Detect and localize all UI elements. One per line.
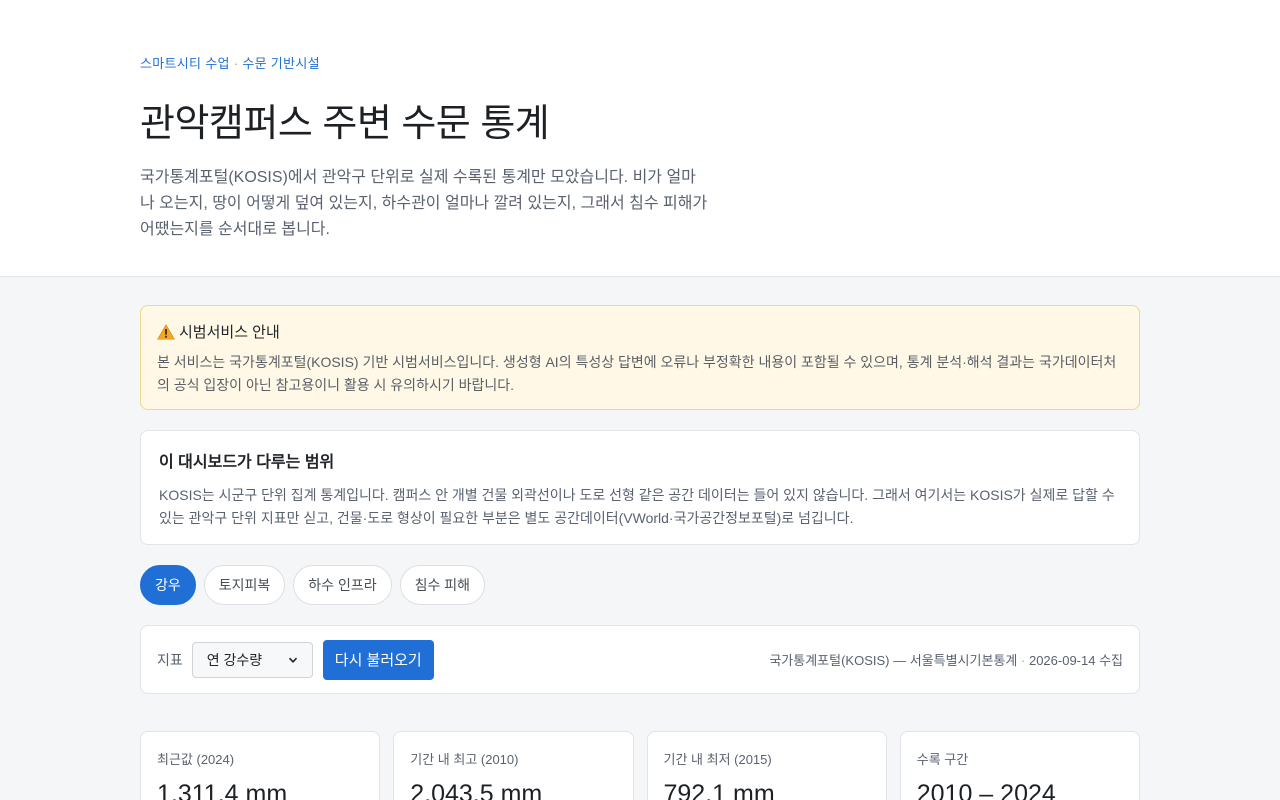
stat-value: 1,311.4 mm bbox=[157, 780, 288, 800]
source-name: 국가통계포털(KOSIS) — 서울특별시기본통계 bbox=[769, 653, 1018, 668]
indicator-selected-value: 연 강수량 bbox=[206, 651, 263, 668]
pilot-service-notice: 시범서비스 안내 본 서비스는 국가통계포털(KOSIS) 기반 시범서비스입니… bbox=[140, 305, 1140, 410]
source-separator: · bbox=[1021, 653, 1026, 668]
notice-heading: 시범서비스 안내 bbox=[157, 321, 1123, 342]
scope-body: KOSIS는 시군구 단위 집계 통계입니다. 캠퍼스 안 개별 건물 외곽선이… bbox=[159, 487, 1115, 526]
reload-button[interactable]: 다시 불러오기 bbox=[322, 639, 434, 680]
stat-label: 수록 구간 bbox=[916, 752, 969, 767]
summary-stats: 최근값 (2024) 1,311.4 mm 기간 내 최고 (2010) 2,0… bbox=[140, 731, 1140, 800]
tab-rainfall[interactable]: 강우 bbox=[140, 565, 196, 605]
breadcrumb-course[interactable]: 스마트시티 수업 bbox=[140, 56, 230, 71]
stat-label: 기간 내 최고 (2010) bbox=[410, 752, 519, 767]
breadcrumb-topic[interactable]: 수문 기반시설 bbox=[242, 56, 319, 71]
stat-value: 792.1 mm bbox=[663, 780, 775, 800]
notice-title: 시범서비스 안내 bbox=[179, 324, 280, 341]
indicator-select[interactable]: 연 강수량 bbox=[191, 641, 313, 678]
tab-flood-damage[interactable]: 침수 피해 bbox=[399, 565, 486, 605]
page-header: 스마트시티 수업 · 수문 기반시설 관악캠퍼스 주변 수문 통계 국가통계포털(K… bbox=[0, 0, 1280, 277]
topic-tabs: 강우 토지피복 하수 인프라 침수 피해 bbox=[140, 565, 1140, 605]
stat-card-range: 수록 구간 2010 – 2024 bbox=[899, 731, 1140, 800]
stat-label: 최근값 (2024) bbox=[157, 752, 235, 767]
collection-date: 2026-09-14 수집 bbox=[1028, 653, 1123, 668]
breadcrumb-separator: · bbox=[233, 56, 239, 71]
notice-body: 본 서비스는 국가통계포털(KOSIS) 기반 시범서비스입니다. 생성형 AI… bbox=[157, 354, 1117, 393]
page-intro: 국가통계포털(KOSIS)에서 관악구 단위로 실제 수록된 통계만 모았습니다… bbox=[140, 169, 708, 238]
tab-land-cover[interactable]: 토지피복 bbox=[203, 565, 286, 605]
indicator-controls: 지표 연 강수량 다시 불러오기 국가통계포털(KOSIS) — 서울특별시기본… bbox=[140, 625, 1140, 694]
data-source: 국가통계포털(KOSIS) — 서울특별시기본통계 · 2026-09-14 수… bbox=[769, 650, 1123, 669]
stat-card-min: 기간 내 최저 (2015) 792.1 mm bbox=[646, 731, 887, 800]
page-title: 관악캠퍼스 주변 수문 통계 bbox=[140, 103, 550, 145]
tab-sewer-infrastructure[interactable]: 하수 인프라 bbox=[293, 565, 392, 605]
stat-label: 기간 내 최저 (2015) bbox=[663, 752, 772, 767]
scope-card: 이 대시보드가 다루는 범위 KOSIS는 시군구 단위 집계 통계입니다. 캠… bbox=[140, 430, 1140, 545]
warning-icon bbox=[157, 323, 175, 339]
stat-card-latest: 최근값 (2024) 1,311.4 mm bbox=[140, 731, 381, 800]
indicator-label: 지표 bbox=[157, 651, 183, 668]
chevron-down-icon bbox=[288, 657, 297, 663]
stat-value: 2,043.5 mm bbox=[410, 780, 543, 800]
breadcrumb: 스마트시티 수업 · 수문 기반시설 bbox=[140, 53, 1140, 72]
stat-card-max: 기간 내 최고 (2010) 2,043.5 mm bbox=[393, 731, 634, 800]
main-content: 시범서비스 안내 본 서비스는 국가통계포털(KOSIS) 기반 시범서비스입니… bbox=[0, 277, 1280, 800]
stat-value: 2010 – 2024 bbox=[916, 780, 1056, 800]
scope-title: 이 대시보드가 다루는 범위 bbox=[159, 454, 335, 471]
